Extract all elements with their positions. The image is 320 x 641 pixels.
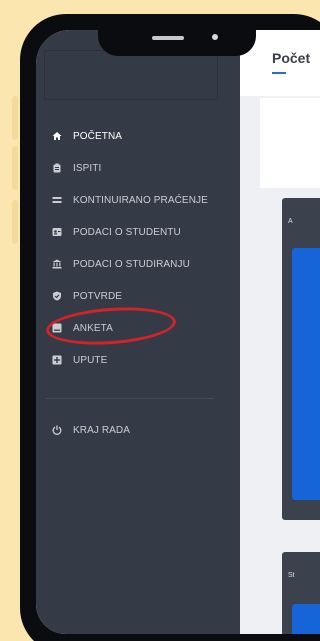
sidebar-item-label: POTVRDE	[73, 290, 123, 302]
card-label: A	[288, 218, 293, 225]
sidebar-item-kontinuirano-pracenje[interactable]: KONTINUIRANO PRAĆENJE	[52, 190, 208, 210]
sidebar-item-label: UPUTE	[73, 354, 108, 366]
sidebar-item-label: KONTINUIRANO PRAĆENJE	[73, 194, 208, 206]
sidebar-logo-area	[44, 50, 218, 100]
plus-square-icon	[52, 355, 62, 365]
phone-notch	[98, 14, 256, 56]
sidebar-item-label: PODACI O STUDENTU	[73, 226, 181, 238]
sidebar-item-podaci-o-studiranju[interactable]: PODACI O STUDIRANJU	[52, 254, 190, 274]
sidebar-divider	[46, 398, 214, 399]
phone-screen: POČETNA ISPITI KONTINUIRANO PRAĆENJE POD…	[36, 30, 320, 634]
shield-check-icon	[52, 291, 62, 301]
sidebar-item-kraj-rada[interactable]: KRAJ RADA	[52, 420, 130, 440]
background-decor	[12, 96, 18, 140]
clipboard-icon	[52, 163, 62, 173]
background-decor	[12, 200, 18, 244]
list-icon	[52, 195, 62, 205]
power-icon	[52, 425, 62, 435]
screenshot-canvas: POČETNA ISPITI KONTINUIRANO PRAĆENJE POD…	[0, 0, 320, 641]
main-content: Počet A St	[240, 30, 320, 634]
sidebar-item-pocetna[interactable]: POČETNA	[52, 126, 122, 146]
sidebar-item-ispiti[interactable]: ISPITI	[52, 158, 101, 178]
sidebar-item-label: ISPITI	[73, 162, 102, 174]
sidebar-item-potvrde[interactable]: POTVRDE	[52, 286, 122, 306]
sidebar-item-label: PODACI O STUDIRANJU	[73, 258, 190, 270]
page-title: Počet	[272, 50, 311, 66]
sidebar-item-label: POČETNA	[73, 130, 123, 142]
camera-icon	[212, 34, 218, 40]
speaker-icon	[152, 36, 184, 40]
id-card-icon	[52, 227, 62, 237]
university-icon	[52, 259, 62, 269]
sidebar-item-upute[interactable]: UPUTE	[52, 350, 107, 370]
background-decor	[12, 146, 18, 190]
home-icon	[52, 131, 62, 141]
sidebar-item-label: KRAJ RADA	[73, 424, 131, 436]
title-underline	[272, 72, 286, 74]
content-panel	[260, 98, 320, 188]
card-blue-block	[292, 604, 320, 634]
card-blue-block	[292, 248, 320, 500]
dashboard-card: A	[282, 198, 320, 520]
dashboard-card: St	[282, 552, 320, 634]
card-label: St	[288, 572, 295, 579]
sidebar-item-podaci-o-studentu[interactable]: PODACI O STUDENTU	[52, 222, 181, 242]
